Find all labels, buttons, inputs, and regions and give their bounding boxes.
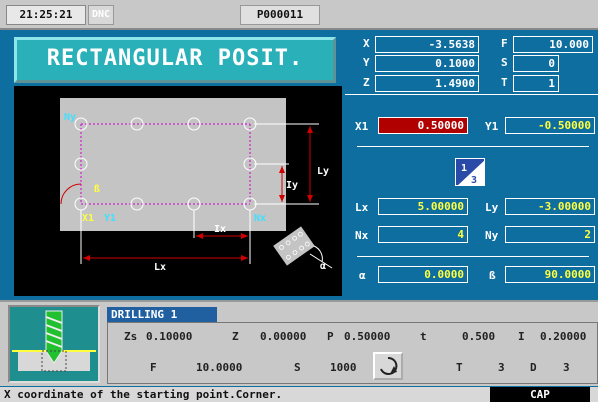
coord-x-label: X xyxy=(363,37,370,50)
f-label: F xyxy=(150,361,157,374)
zs-value: 0.10000 xyxy=(146,330,193,343)
label-alpha: α xyxy=(320,261,326,272)
clockwise-icon xyxy=(380,356,398,375)
quadrant-bottom: 3 xyxy=(471,175,477,186)
d-label: D xyxy=(530,361,537,374)
label-ly: Ly xyxy=(317,166,329,177)
status-message: X coordinate of the starting point.Corne… xyxy=(4,388,283,401)
f-value: 10.0000 xyxy=(196,361,243,374)
quadrant-icon: 1 3 xyxy=(458,160,484,186)
alpha-input[interactable]: 0.0000 xyxy=(378,266,468,283)
label-lx: Lx xyxy=(154,262,166,273)
cycle-diagram: Ny Ly Iy ß X1 Y1 Nx Ix Lx α xyxy=(14,86,342,296)
label-ny: Ny xyxy=(64,112,76,123)
program-number: P000011 xyxy=(256,8,304,21)
alpha-label: α xyxy=(359,269,366,282)
label-iy: Iy xyxy=(286,180,298,191)
coordinates-panel: X -3.5638 Y 0.1000 Z 1.4900 F 10.000 S 0… xyxy=(345,33,598,95)
zs-label: Zs xyxy=(124,330,138,343)
dnc-label: DNC xyxy=(91,9,111,20)
label-y1: Y1 xyxy=(104,213,116,224)
drilling-title-text: DRILLING 1 xyxy=(111,308,178,321)
tool-label: T xyxy=(501,76,508,89)
speed-value: 0 xyxy=(513,55,559,72)
label-nx: Nx xyxy=(254,213,266,224)
ny-input[interactable]: 2 xyxy=(505,226,595,243)
y1-input[interactable]: -0.50000 xyxy=(505,117,595,134)
clock-text: 21:25:21 xyxy=(19,8,73,21)
z-value: 0.00000 xyxy=(260,330,307,343)
x1-label: X1 xyxy=(355,120,369,133)
s-label: S xyxy=(294,361,301,374)
coord-z-value: 1.4900 xyxy=(375,75,479,92)
coord-x-value: -3.5638 xyxy=(375,36,479,53)
spindle-direction-button[interactable] xyxy=(373,352,403,380)
p-value: 0.50000 xyxy=(344,330,391,343)
coord-z-label: Z xyxy=(363,76,370,89)
divider-2 xyxy=(357,256,589,257)
label-beta: ß xyxy=(94,184,100,195)
ly-label: Ly xyxy=(485,201,499,214)
drill-bit-icon xyxy=(12,310,96,372)
parameters-panel: X1 0.50000 Y1 -0.50000 1 3 Lx 5.00000 Ly… xyxy=(345,96,598,296)
quadrant-top: 1 xyxy=(461,163,467,174)
p-label: P xyxy=(327,330,334,343)
cap-indicator: CAP xyxy=(490,387,590,402)
nx-input[interactable]: 4 xyxy=(378,226,468,243)
rotated-part-icon xyxy=(273,226,315,266)
feed-value: 10.000 xyxy=(513,36,593,53)
coord-y-label: Y xyxy=(363,56,370,69)
s-value: 1000 xyxy=(330,361,357,374)
d-value: 3 xyxy=(563,361,570,374)
dnc-indicator: DNC xyxy=(88,5,114,25)
lx-input[interactable]: 5.00000 xyxy=(378,198,468,215)
nx-label: Nx xyxy=(355,229,369,242)
tool-value: 1 xyxy=(513,75,559,92)
cycle-title: RECTANGULAR POSIT. xyxy=(46,46,304,71)
coord-y-value: 0.1000 xyxy=(375,55,479,72)
i-label: I xyxy=(518,330,525,343)
drilling-title: DRILLING 1 xyxy=(107,307,217,322)
tau-label: t xyxy=(420,330,427,343)
beta-input[interactable]: 90.0000 xyxy=(505,266,595,283)
cycle-title-banner: RECTANGULAR POSIT. xyxy=(14,37,336,83)
x1-input[interactable]: 0.50000 xyxy=(378,117,468,134)
divider-1 xyxy=(357,146,589,147)
t-value: 3 xyxy=(498,361,505,374)
ly-input[interactable]: -3.00000 xyxy=(505,198,595,215)
y1-label: Y1 xyxy=(485,120,499,133)
drill-tool-image xyxy=(8,305,100,383)
z-label: Z xyxy=(232,330,239,343)
ny-label: Ny xyxy=(485,229,499,242)
feed-label: F xyxy=(501,37,508,50)
beta-label: ß xyxy=(489,269,496,282)
label-ix: Ix xyxy=(214,224,226,235)
diagram-svg: Ny Ly Iy ß X1 Y1 Nx Ix Lx α xyxy=(60,98,333,273)
program-display: P000011 xyxy=(240,5,320,25)
t-label: T xyxy=(456,361,463,374)
tau-value: 0.500 xyxy=(462,330,496,343)
speed-label: S xyxy=(501,56,508,69)
lx-label: Lx xyxy=(355,201,369,214)
clock-display: 21:25:21 xyxy=(6,5,86,25)
cap-text: CAP xyxy=(530,388,550,401)
i-value: 0.20000 xyxy=(540,330,587,343)
quadrant-selector[interactable]: 1 3 xyxy=(455,158,485,186)
label-x1: X1 xyxy=(82,213,94,224)
